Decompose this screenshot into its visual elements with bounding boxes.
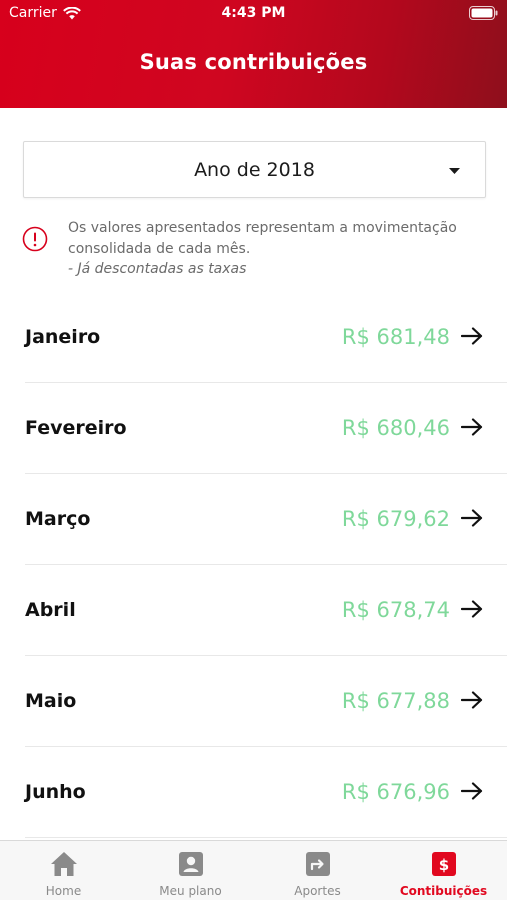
info-note: - Já descontadas as taxas — [68, 261, 247, 277]
month-name: Maio — [25, 690, 77, 712]
tab-label: Contibuições — [399, 884, 488, 898]
month-name: Junho — [25, 781, 86, 803]
arrow-right-icon — [461, 782, 483, 800]
tab-label: Aportes — [294, 884, 341, 898]
caret-down-icon — [449, 168, 460, 174]
month-row-abril[interactable]: Abril R$ 678,74 — [0, 565, 507, 656]
month-name: Fevereiro — [25, 417, 127, 439]
tab-bar: Home Meu plano Aportes $ Contibuições — [0, 840, 507, 900]
month-name: Abril — [25, 599, 76, 621]
arrow-right-icon — [461, 327, 483, 345]
month-value: R$ 681,48 — [341, 325, 450, 349]
tab-label: Home — [45, 884, 82, 898]
dollar-icon: $ — [431, 852, 456, 876]
month-value: R$ 680,46 — [341, 416, 450, 440]
profile-icon — [178, 852, 203, 876]
arrow-right-icon — [461, 418, 483, 436]
status-time: 4:43 PM — [221, 5, 286, 21]
arrow-right-icon — [461, 691, 483, 709]
tab-aportes[interactable]: Aportes — [254, 841, 381, 900]
year-dropdown-value: Ano de 2018 — [194, 158, 315, 181]
page-title: Suas contribuições — [139, 50, 368, 74]
status-bar: Carrier 4:43 PM — [0, 0, 507, 28]
month-value: R$ 677,88 — [341, 689, 450, 713]
month-row-junho[interactable]: Junho R$ 676,96 — [0, 747, 507, 838]
row-divider — [25, 837, 507, 838]
month-value: R$ 676,96 — [341, 780, 450, 804]
transfer-icon — [305, 852, 330, 876]
tab-meu-plano[interactable]: Meu plano — [127, 841, 254, 900]
arrow-right-icon — [461, 509, 483, 527]
tab-label: Meu plano — [159, 884, 222, 898]
month-name: Janeiro — [25, 326, 101, 348]
month-row-maio[interactable]: Maio R$ 677,88 — [0, 656, 507, 747]
month-row-marco[interactable]: Março R$ 679,62 — [0, 474, 507, 565]
app-header: Carrier 4:43 PM Suas contribuições — [0, 0, 507, 108]
tab-home[interactable]: Home — [0, 841, 127, 900]
month-name: Março — [25, 508, 91, 530]
home-icon — [50, 852, 77, 876]
month-value: R$ 678,74 — [341, 598, 450, 622]
month-value: R$ 679,62 — [341, 507, 450, 531]
info-text: Os valores apresentados representam a mo… — [68, 218, 488, 280]
arrow-right-icon — [461, 600, 483, 618]
info-alert-icon — [22, 226, 48, 252]
month-list: Janeiro R$ 681,48 Fevereiro R$ 680,46 Ma… — [0, 292, 507, 838]
battery-icon — [469, 6, 498, 24]
year-dropdown[interactable]: Ano de 2018 — [23, 141, 486, 198]
info-description: Os valores apresentados representam a mo… — [68, 220, 457, 257]
svg-text:$: $ — [438, 856, 448, 874]
month-row-fevereiro[interactable]: Fevereiro R$ 680,46 — [0, 383, 507, 474]
tab-contribuicoes[interactable]: $ Contibuições — [380, 841, 507, 900]
month-row-janeiro[interactable]: Janeiro R$ 681,48 — [0, 292, 507, 383]
